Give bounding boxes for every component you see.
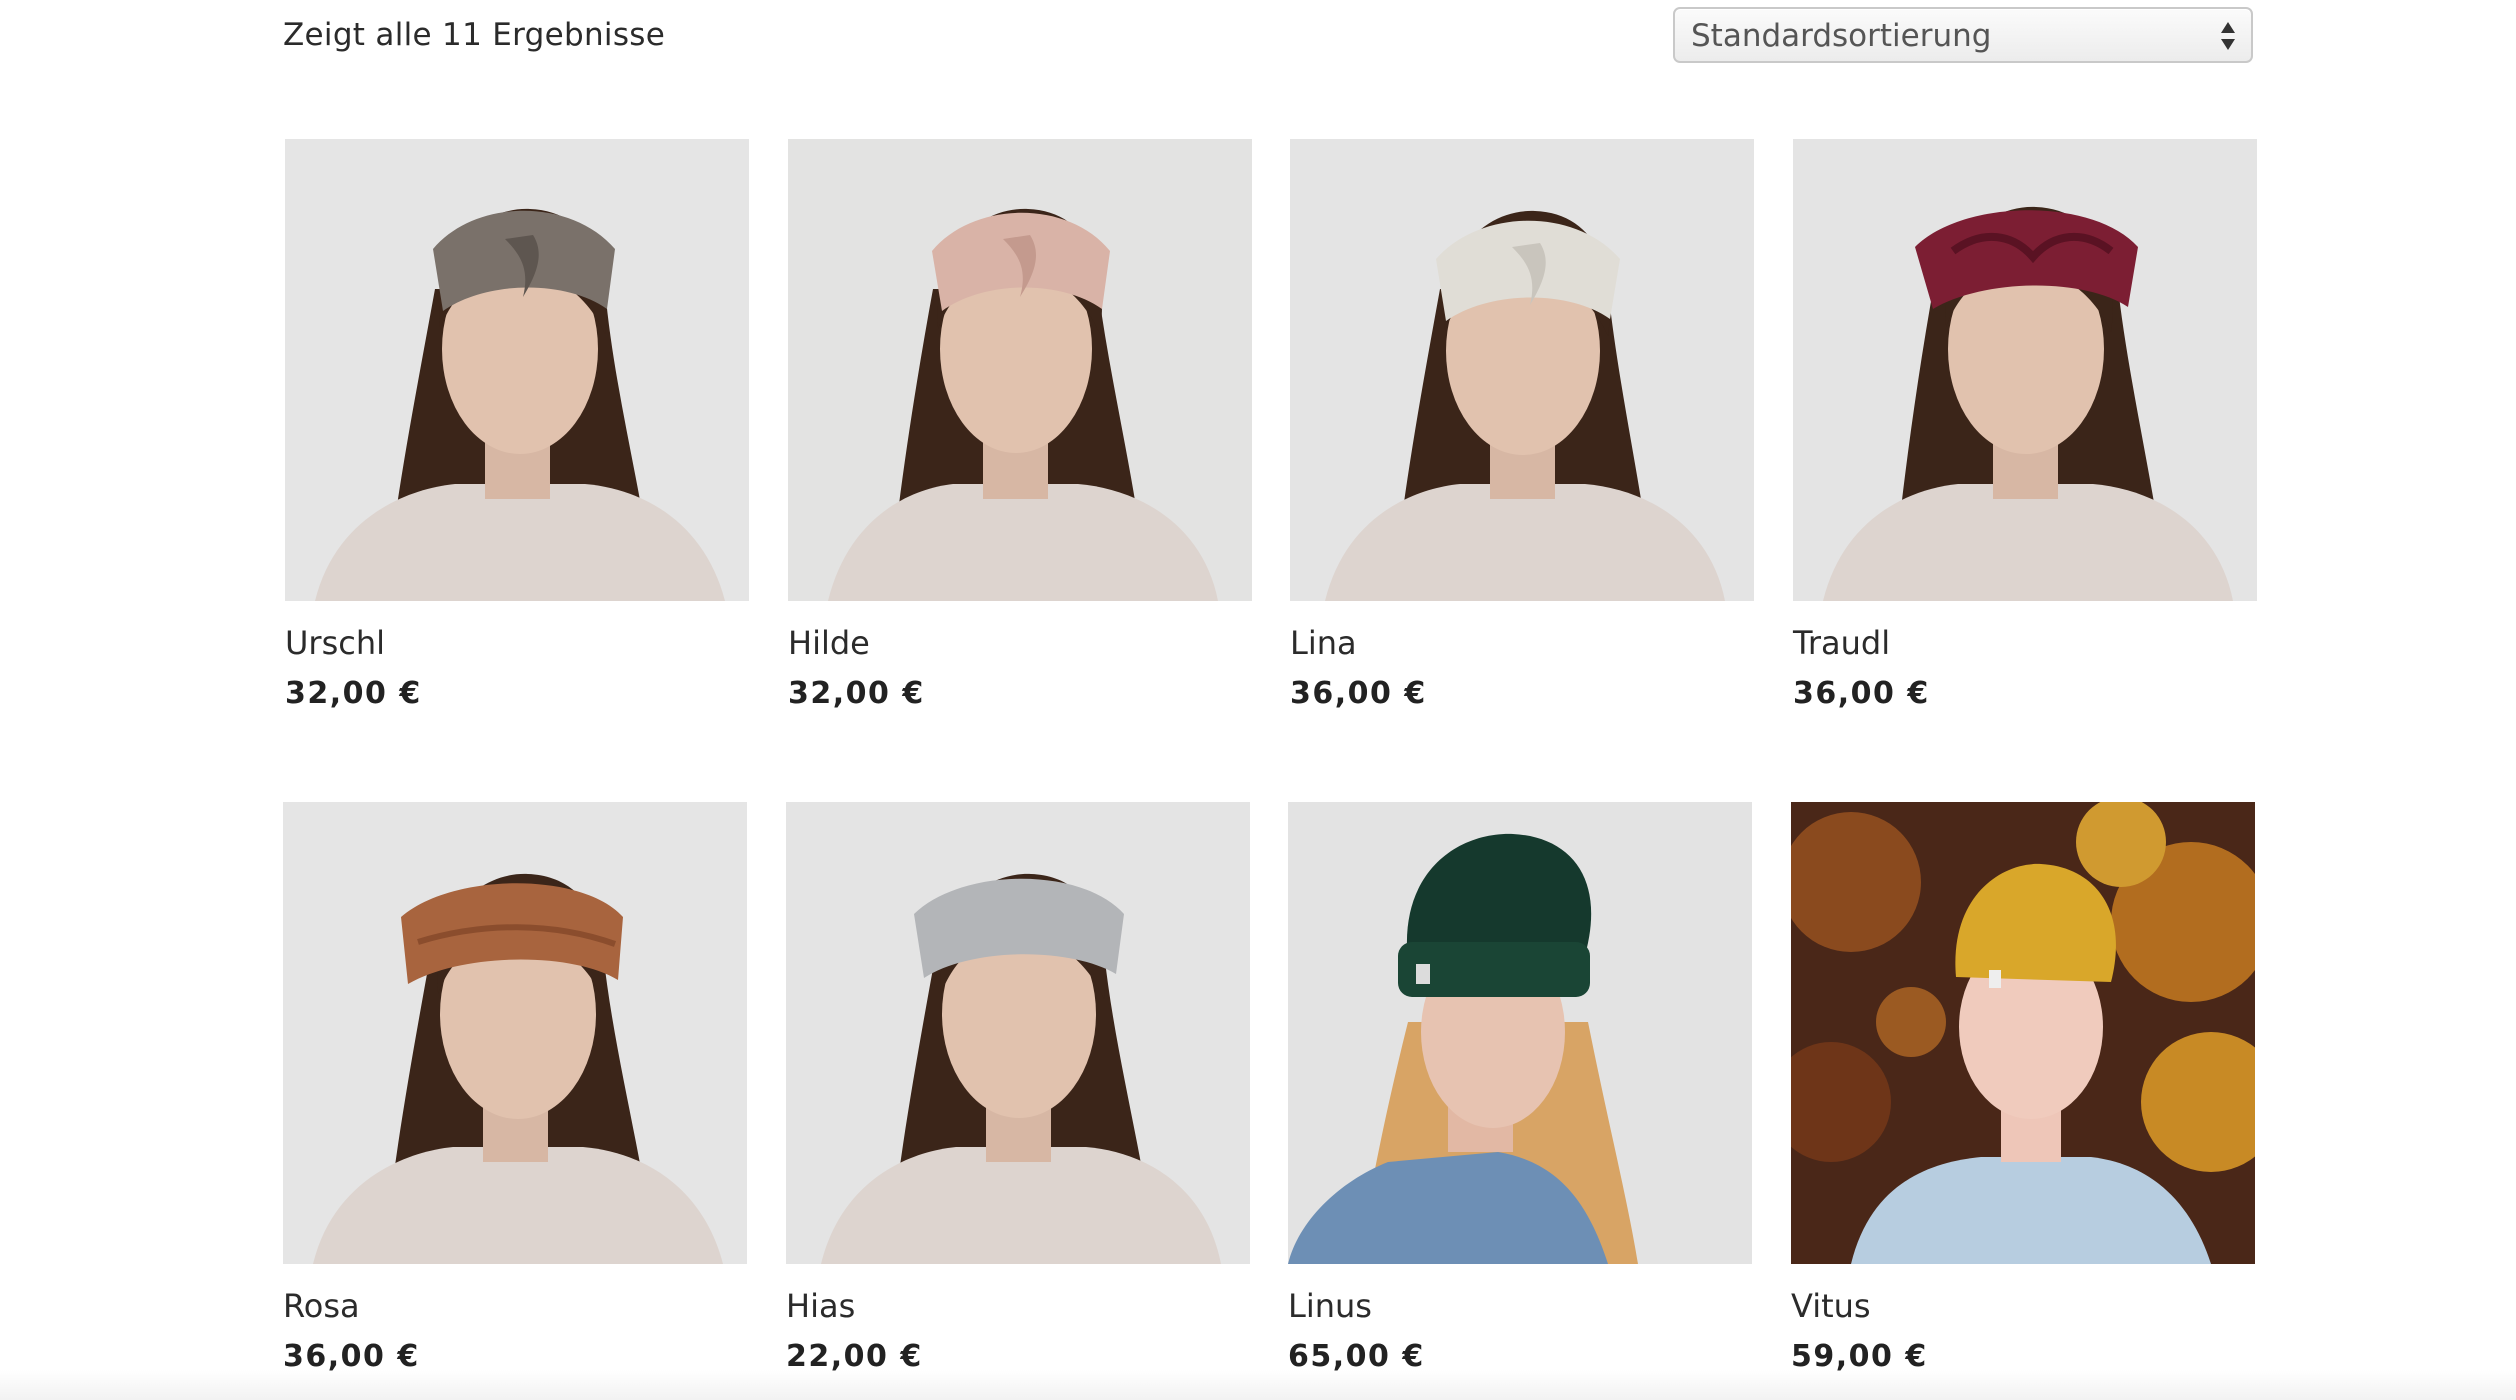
product-image[interactable]	[1288, 802, 1752, 1264]
product-price: 36,00 €	[1290, 676, 1427, 711]
product-name[interactable]: Urschl	[285, 621, 385, 665]
product-name[interactable]: Linus	[1288, 1284, 1372, 1328]
product-image[interactable]	[1793, 139, 2257, 601]
product-name[interactable]: Hilde	[788, 621, 870, 665]
shop-page: Zeigt alle 11 Ergebnisse Standardsortier…	[0, 0, 2516, 1400]
product-name[interactable]: Vitus	[1791, 1284, 1871, 1328]
product-image[interactable]	[786, 802, 1250, 1264]
product-image[interactable]	[285, 139, 749, 601]
product-image[interactable]	[283, 802, 747, 1264]
sort-arrows-icon	[2219, 18, 2237, 54]
product-image[interactable]	[788, 139, 1252, 601]
product-image[interactable]	[1290, 139, 1754, 601]
product-name[interactable]: Lina	[1290, 621, 1357, 665]
bottom-fade	[0, 1370, 2516, 1400]
product-name[interactable]: Rosa	[283, 1284, 360, 1328]
product-price: 32,00 €	[788, 676, 925, 711]
product-price: 36,00 €	[1793, 676, 1930, 711]
product-name[interactable]: Hias	[786, 1284, 855, 1328]
product-price: 32,00 €	[285, 676, 422, 711]
product-name[interactable]: Traudl	[1793, 621, 1890, 665]
sort-select[interactable]: Standardsortierung	[1673, 7, 2253, 63]
sort-selected-value: Standardsortierung	[1691, 18, 1992, 54]
result-count: Zeigt alle 11 Ergebnisse	[283, 17, 666, 53]
product-image[interactable]	[1791, 802, 2255, 1264]
